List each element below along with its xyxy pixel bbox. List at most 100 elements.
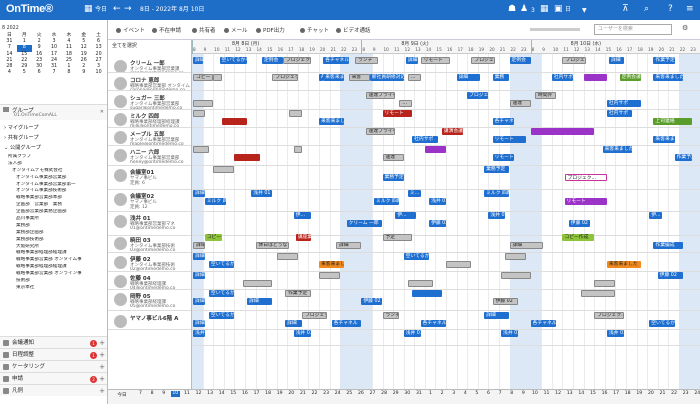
schedule-event[interactable]: 詳細 <box>247 298 273 305</box>
schedule-event[interactable]: 社内サポ <box>606 100 641 107</box>
schedule-event[interactable] <box>193 146 209 153</box>
schedule-event[interactable] <box>289 110 303 117</box>
tree-item[interactable]: 戦略事業部経理部経理課 <box>8 250 106 257</box>
schedule-event[interactable] <box>193 110 205 117</box>
schedule-event[interactable]: 詳細 <box>484 312 510 319</box>
schedule-event[interactable]: 定例会 <box>509 57 531 64</box>
person-row[interactable]: メープル 五郎 オンタイム事業部営業部 maple@ontimedemo.co <box>108 128 191 146</box>
schedule-event[interactable]: ミルク 四郎 <box>484 190 510 197</box>
date-strip-day[interactable]: 11 <box>542 391 551 397</box>
date-strip-day[interactable]: 24 <box>693 391 700 397</box>
video-button[interactable]: ビデオ通話 <box>336 26 371 34</box>
date-strip-day[interactable]: 7 <box>496 391 505 397</box>
gear-icon[interactable]: ⚙ <box>682 24 688 32</box>
schedule-event[interactable] <box>505 253 527 260</box>
chat-button[interactable]: チャット <box>300 26 329 34</box>
date-strip-day[interactable]: 14 <box>217 391 226 397</box>
date-strip-day[interactable]: 21 <box>658 391 667 397</box>
tree-item[interactable]: 業務部技術部 <box>8 237 106 244</box>
schedule-event[interactable]: プロジェク... <box>302 312 328 319</box>
date-strip-day[interactable]: 22 <box>310 391 319 397</box>
grid-icon[interactable]: ▦ <box>540 4 549 14</box>
schedule-event[interactable]: 浅井 01 <box>193 330 205 337</box>
date-strip-day[interactable]: 24 <box>333 391 342 397</box>
schedule-event[interactable]: 詳細 <box>193 320 205 327</box>
schedule-event[interactable]: 伊藤 02 <box>568 220 590 227</box>
schedule-event[interactable]: 空いてるかも <box>649 320 675 327</box>
date-strip-day[interactable]: 19 <box>275 391 284 397</box>
schedule-event[interactable]: 来客来ました <box>319 261 345 268</box>
calendar-day[interactable]: 6 <box>32 70 47 76</box>
person-row[interactable]: 伊藤 02 オンタイム事業部技術 02@ontimedemo.co <box>108 253 191 272</box>
schedule-event[interactable]: 作業予定 <box>653 57 675 64</box>
date-strip-day[interactable]: 29 <box>391 391 400 397</box>
schedule-event[interactable]: ランチ <box>382 312 400 319</box>
schedule-event[interactable]: 業務予定 <box>484 166 510 173</box>
date-strip-day[interactable]: 27 <box>368 391 377 397</box>
schedule-event[interactable] <box>424 146 446 153</box>
schedule-event[interactable]: 詳細 <box>193 242 205 249</box>
schedule-event[interactable]: 予定 <box>382 234 413 241</box>
date-strip-day[interactable]: 13 <box>206 391 215 397</box>
schedule-event[interactable]: 詳細 <box>193 190 205 197</box>
tree-item[interactable]: 企画部 営業部 業務 <box>8 202 106 209</box>
user-search-input[interactable]: ユーザーを検索 <box>594 24 672 35</box>
schedule-event[interactable]: 空いてるかも <box>208 290 235 297</box>
schedule-event[interactable]: リモート <box>382 110 413 117</box>
schedule-event[interactable]: プロジェク... <box>594 312 624 319</box>
close-icon[interactable]: ✕ <box>100 109 104 115</box>
tree-item[interactable]: 戦略事業部営業部 オンライン事 <box>8 271 106 278</box>
schedule-event[interactable]: 各チャネル... <box>323 57 349 64</box>
schedule-event[interactable]: コピー作成 <box>562 234 595 241</box>
date-strip-day[interactable]: 30 <box>403 391 412 397</box>
date-strip-day[interactable]: 16 <box>600 391 609 397</box>
schedule-event[interactable]: 詳細 <box>193 57 203 64</box>
schedule-event[interactable]: 浅井 01 <box>429 198 446 205</box>
person-icon[interactable]: ♟ <box>520 4 528 14</box>
module-5[interactable]: 凡例 + <box>0 384 107 396</box>
share-button[interactable]: 共有者 <box>192 26 216 34</box>
schedule-event[interactable]: 詳細 <box>608 57 624 64</box>
schedule-event[interactable]: 来客来ました <box>606 261 641 268</box>
date-strip-day[interactable]: 28 <box>380 391 389 397</box>
schedule-event[interactable]: 来客 <box>348 74 370 81</box>
schedule-event[interactable]: リモート <box>492 154 514 161</box>
schedule-event[interactable]: 新社員研修対応 <box>369 74 404 81</box>
schedule-event[interactable]: 講演会議 <box>441 128 463 135</box>
prev-arrow-icon[interactable]: ← <box>113 4 121 14</box>
person-row[interactable]: コロナ 恵郎 戦略事業部営業部 オンタイム corona@ontimedemo.co <box>108 74 191 91</box>
zoom-slider[interactable] <box>530 28 580 31</box>
shared-group[interactable]: › 共有グループ <box>4 134 111 141</box>
date-strip-day[interactable]: 22 <box>670 391 679 397</box>
calendar-day[interactable]: 5 <box>17 70 32 76</box>
schedule-event[interactable] <box>407 280 434 287</box>
plus-icon[interactable]: + <box>99 385 105 397</box>
tree-item[interactable]: 企画部営業部業務企画部 <box>8 209 106 216</box>
date-strip-day[interactable]: 12 <box>554 391 563 397</box>
schedule-event[interactable]: 浅井 01 <box>403 330 421 337</box>
date-strip-day[interactable]: 21 <box>298 391 307 397</box>
event-button[interactable]: イベント <box>116 26 145 34</box>
date-strip-day[interactable]: 10 <box>530 391 539 397</box>
schedule-event[interactable]: プロジェク... <box>272 74 298 81</box>
select-all[interactable]: 全てを選択 <box>112 42 137 49</box>
tree-item[interactable]: 所属クラブ <box>8 154 106 161</box>
schedule-event[interactable]: 各チャネル <box>420 320 446 327</box>
schedule-event[interactable] <box>276 253 298 260</box>
schedule-event[interactable]: 浅井 01 <box>488 212 506 219</box>
schedule-event[interactable] <box>213 74 222 81</box>
calendar-day[interactable]: 10 <box>91 70 106 76</box>
schedule-event[interactable]: 各チャネル <box>331 320 362 327</box>
schedule-event[interactable] <box>594 280 616 287</box>
schedule-event[interactable]: 速達プライベート <box>365 92 396 99</box>
date-strip-day[interactable]: 7 <box>136 391 145 397</box>
schedule-event[interactable] <box>501 272 531 279</box>
schedule-event[interactable] <box>242 280 273 287</box>
schedule-event[interactable]: ミ... <box>407 190 421 197</box>
date-strip-day[interactable]: 20 <box>287 391 296 397</box>
calendar-day[interactable]: 9 <box>76 70 91 76</box>
schedule-event[interactable] <box>581 290 616 297</box>
tree-item[interactable]: 業務部企画部 <box>8 230 106 237</box>
schedule-event[interactable] <box>319 272 341 279</box>
schedule-event[interactable]: 上司連絡 <box>653 118 692 125</box>
